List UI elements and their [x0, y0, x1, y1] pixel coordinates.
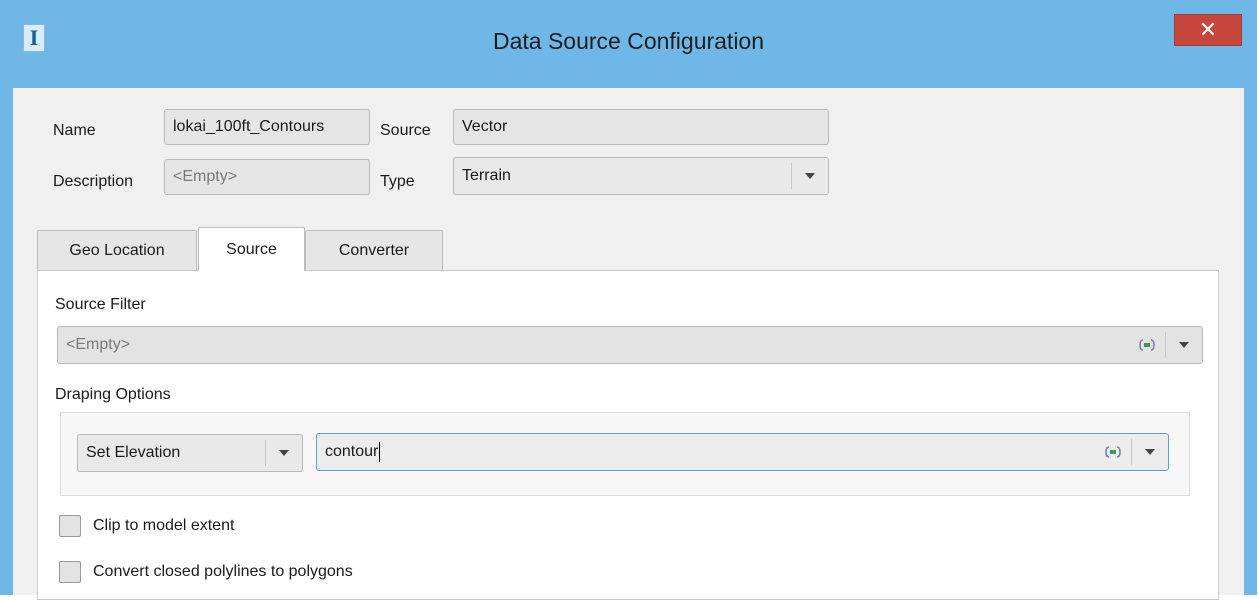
draping-mode-select[interactable]: Set Elevation — [77, 434, 303, 472]
source-filter-label: Source Filter — [55, 296, 146, 313]
draping-options-label: Draping Options — [55, 386, 171, 403]
type-select-value: Terrain — [462, 167, 511, 184]
attribute-expression-icon-svg — [1139, 339, 1155, 351]
dialog-window: I Data Source Configuration ✕ Name lokai… — [0, 0, 1257, 600]
chevron-down-icon — [805, 173, 815, 179]
description-label: Description — [53, 173, 134, 190]
draping-mode-value: Set Elevation — [86, 444, 181, 461]
tab-geo-location[interactable]: Geo Location — [37, 230, 197, 270]
dialog-body: Name lokai_100ft_Contours Source Vector … — [13, 88, 1244, 600]
window-title: Data Source Configuration — [492, 28, 765, 54]
source-label: Source — [380, 122, 431, 139]
type-label: Type — [380, 173, 415, 190]
draping-attribute-input[interactable]: contour — [316, 433, 1169, 471]
description-field[interactable]: <Empty> — [164, 159, 370, 195]
source-field[interactable]: Vector — [453, 109, 829, 145]
attribute-expression-icon-svg — [1105, 446, 1121, 458]
chevron-down-icon — [1145, 449, 1155, 455]
name-label: Name — [53, 122, 96, 139]
name-field[interactable]: lokai_100ft_Contours — [164, 109, 370, 145]
draping-mode-dropdown-button[interactable] — [266, 435, 302, 471]
attribute-expression-icon[interactable] — [1139, 338, 1155, 352]
source-filter-select[interactable]: <Empty> — [57, 326, 1203, 364]
tab-converter[interactable]: Converter — [305, 230, 443, 270]
clip-to-model-extent-label[interactable]: Clip to model extent — [93, 517, 234, 535]
title-bar[interactable]: I Data Source Configuration ✕ — [0, 0, 1257, 88]
convert-closed-polylines-checkbox[interactable] — [59, 561, 81, 583]
clip-to-model-extent-checkbox[interactable] — [59, 515, 81, 537]
chevron-down-icon — [1179, 342, 1189, 348]
text-cursor — [379, 442, 381, 462]
attribute-expression-icon[interactable] — [1105, 445, 1121, 459]
type-select[interactable]: Terrain — [453, 157, 829, 195]
source-filter-dropdown-button[interactable] — [1166, 327, 1202, 363]
close-icon: ✕ — [1198, 17, 1218, 42]
close-button[interactable]: ✕ — [1174, 14, 1242, 46]
draping-attribute-value[interactable]: contour — [317, 442, 1105, 462]
tab-source[interactable]: Source — [198, 227, 305, 271]
draping-attribute-dropdown-button[interactable] — [1132, 434, 1168, 470]
chevron-down-icon — [279, 450, 289, 456]
source-filter-value: <Empty> — [66, 336, 131, 353]
type-dropdown-button[interactable] — [792, 158, 828, 194]
convert-closed-polylines-label[interactable]: Convert closed polylines to polygons — [93, 563, 353, 581]
